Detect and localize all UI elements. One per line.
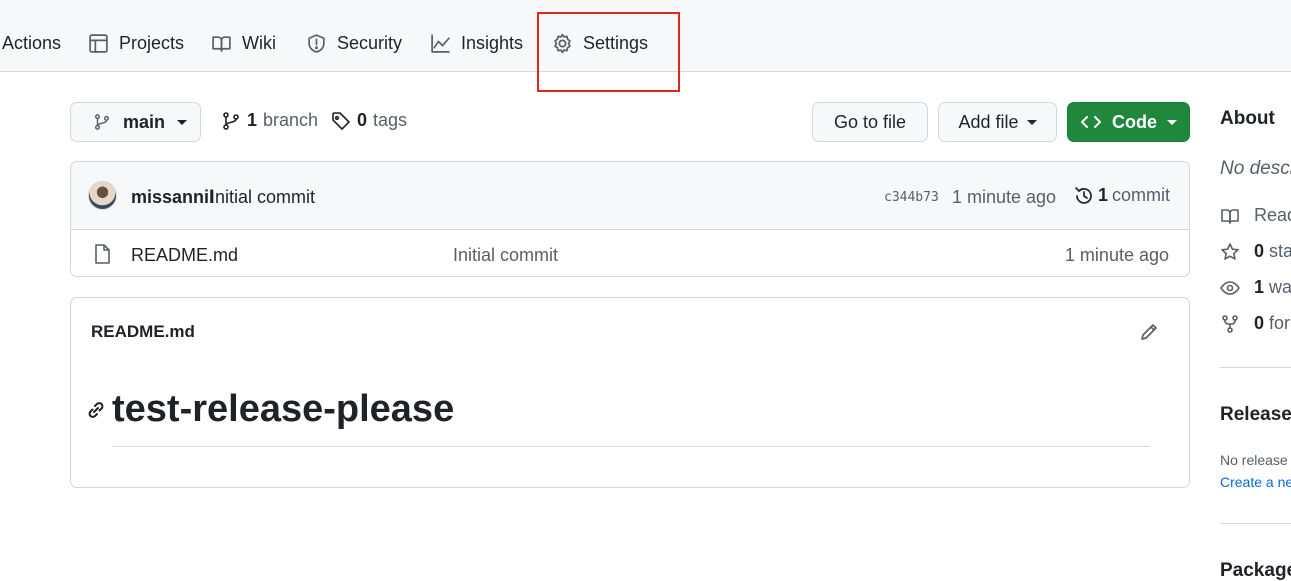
add-file-label: Add file — [958, 111, 1019, 132]
commit-history-link[interactable]: 1 commit — [1074, 185, 1170, 206]
avatar[interactable] — [88, 181, 117, 210]
file-icon — [93, 244, 111, 264]
packages-heading[interactable]: Package — [1220, 560, 1291, 581]
tab-security[interactable]: Security — [306, 24, 402, 62]
sidebar-divider — [1220, 523, 1291, 524]
releases-empty-text: No release — [1220, 452, 1288, 468]
tab-security-label: Security — [337, 32, 403, 53]
branch-label: branch — [263, 110, 319, 130]
link-icon[interactable] — [85, 399, 107, 421]
tab-actions[interactable]: Actions — [2, 24, 61, 62]
branch-icon — [94, 114, 110, 130]
code-button[interactable]: Code — [1067, 102, 1190, 142]
file-name[interactable]: README.md — [131, 245, 238, 266]
readme-panel: README.md test-release-please — [70, 297, 1190, 488]
watchers-link[interactable]: 1 wat — [1220, 277, 1291, 298]
branch-count: 1 — [247, 110, 258, 130]
watch-label: wat — [1269, 277, 1291, 297]
go-to-file-label: Go to file — [833, 111, 907, 132]
branch-name: main — [123, 111, 166, 132]
tag-icon — [332, 111, 350, 130]
branch-select-button[interactable]: main — [70, 102, 201, 142]
eye-icon — [1220, 280, 1240, 295]
code-icon — [1081, 116, 1101, 128]
settings-highlight-box — [537, 12, 680, 92]
tab-insights[interactable]: Insights — [430, 24, 523, 62]
forks-count: 0 — [1254, 313, 1265, 333]
tag-count: 0 — [357, 110, 368, 130]
chevron-down-icon — [1167, 119, 1177, 125]
code-label: Code — [1112, 111, 1157, 132]
tag-label: tags — [373, 110, 408, 130]
tab-wiki[interactable]: Wiki — [211, 24, 276, 62]
file-time: 1 minute ago — [1064, 245, 1169, 265]
book-icon — [1221, 208, 1239, 224]
branch-icon — [223, 111, 239, 130]
commit-count: 1 — [1098, 185, 1109, 205]
commit-count-label: commit — [1112, 185, 1171, 205]
chevron-down-icon — [177, 119, 188, 125]
history-icon — [1075, 186, 1092, 204]
readme-title[interactable]: README.md — [91, 322, 195, 342]
shield-icon — [308, 33, 325, 53]
graph-icon — [431, 33, 450, 53]
readme-link-label: Read — [1254, 205, 1291, 225]
star-icon — [1221, 242, 1239, 260]
tab-projects-label: Projects — [119, 32, 185, 53]
tab-insights-label: Insights — [461, 32, 524, 53]
tab-wiki-label: Wiki — [242, 32, 276, 53]
commit-message[interactable]: Initial commit — [210, 187, 315, 208]
forks-link[interactable]: 0 for — [1220, 313, 1290, 334]
book-icon — [212, 35, 231, 52]
commit-author[interactable]: missannil — [131, 187, 214, 208]
watch-count: 1 — [1254, 277, 1265, 297]
file-list: missannil Initial commit c344b73 1 minut… — [70, 161, 1190, 277]
go-to-file-button[interactable]: Go to file — [812, 102, 928, 142]
fork-icon — [1222, 314, 1238, 333]
commit-sha[interactable]: c344b73 — [884, 190, 939, 205]
about-heading: About — [1220, 108, 1275, 129]
table-icon — [89, 33, 108, 53]
tab-projects[interactable]: Projects — [88, 24, 184, 62]
file-commit-message[interactable]: Initial commit — [453, 245, 558, 266]
heading-divider — [112, 446, 1150, 447]
stars-count: 0 — [1254, 241, 1265, 261]
add-file-button[interactable]: Add file — [938, 102, 1057, 142]
latest-commit-row: missannil Initial commit c344b73 1 minut… — [71, 162, 1189, 230]
about-description: No descr — [1220, 158, 1291, 179]
chevron-down-icon — [1026, 119, 1037, 125]
readme-link[interactable]: Read — [1220, 205, 1291, 226]
pencil-icon[interactable] — [1138, 321, 1160, 343]
tab-actions-label: Actions — [2, 32, 62, 53]
readme-heading: test-release-please — [112, 388, 455, 430]
table-row: README.md Initial commit 1 minute ago — [71, 230, 1189, 276]
stars-label: sta — [1269, 241, 1291, 261]
stars-link[interactable]: 0 sta — [1220, 241, 1291, 262]
releases-heading[interactable]: Releases — [1220, 404, 1291, 426]
sidebar-divider — [1220, 367, 1291, 368]
forks-label: for — [1269, 313, 1291, 333]
create-release-link[interactable]: Create a ne — [1220, 474, 1291, 490]
branches-link[interactable]: 1 branch — [221, 110, 318, 131]
commit-time: 1 minute ago — [952, 187, 1057, 207]
tags-link[interactable]: 0 tags — [331, 110, 407, 131]
